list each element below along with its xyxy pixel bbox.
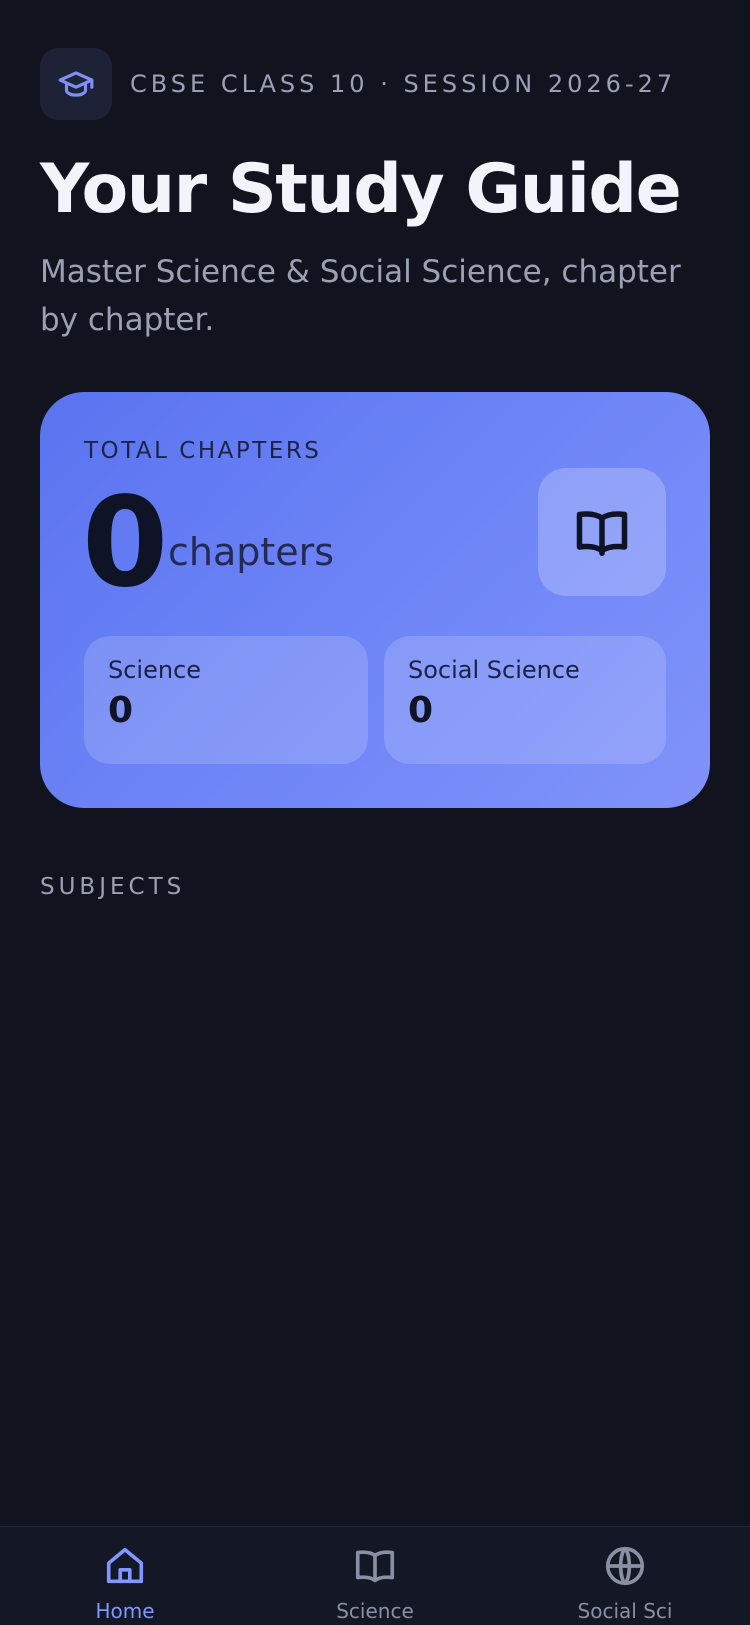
total-chapters-label: TOTAL CHAPTERS (84, 438, 322, 464)
science-count-value: 0 (108, 690, 134, 731)
total-chapters-count: 0 (82, 471, 169, 615)
social-science-count-value: 0 (408, 690, 434, 731)
page-subtitle: Master Science & Social Science, chapter… (40, 254, 681, 338)
nav-social-science[interactable]: Social Sci (500, 1527, 750, 1625)
graduation-cap-icon (58, 71, 94, 97)
page-title: Your Study Guide (40, 150, 682, 229)
app-header: CBSE CLASS 10 · SESSION 2026-27 (40, 48, 676, 120)
social-science-count-label: Social Science (408, 656, 580, 684)
nav-home[interactable]: Home (0, 1527, 250, 1625)
globe-icon (602, 1543, 648, 1589)
nav-home-label: Home (95, 1599, 155, 1623)
bottom-nav: Home Science Social Sci (0, 1526, 750, 1625)
book-open-icon (576, 511, 628, 556)
social-science-count-card: Social Science 0 (384, 636, 666, 764)
home-icon (102, 1543, 148, 1589)
total-chapters-card: TOTAL CHAPTERS 0 chapters Science 0 Soci… (40, 392, 710, 808)
session-label: CBSE CLASS 10 · SESSION 2026-27 (130, 70, 677, 98)
book-icon (352, 1543, 398, 1589)
graduation-cap-logo (40, 48, 112, 120)
book-tile (538, 468, 666, 596)
total-chapters-unit: chapters (168, 530, 335, 574)
nav-science-label: Science (336, 1599, 414, 1623)
science-count-label: Science (108, 656, 202, 684)
subjects-heading: SUBJECTS (40, 874, 186, 900)
science-count-card: Science 0 (84, 636, 368, 764)
nav-social-science-label: Social Sci (577, 1599, 673, 1623)
nav-science[interactable]: Science (250, 1527, 500, 1625)
